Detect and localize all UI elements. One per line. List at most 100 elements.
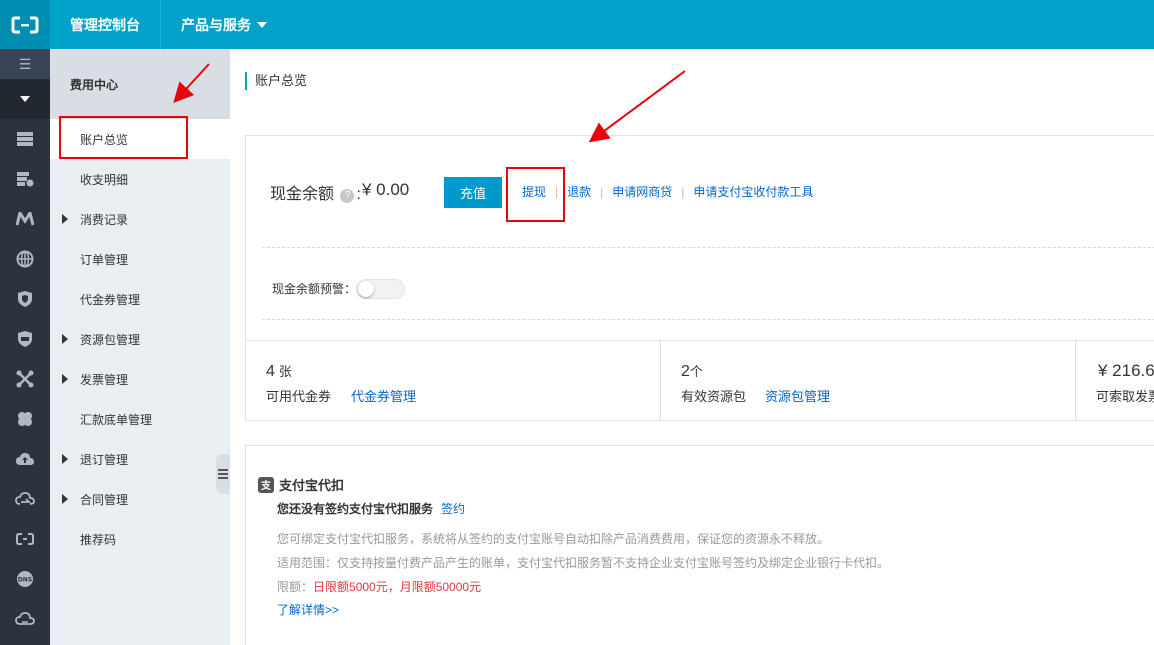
stat-label: 可用代金券	[266, 389, 332, 404]
product-icon-rail: ☰ DNS	[0, 49, 50, 645]
cloud-upload-icon[interactable]	[0, 439, 50, 479]
invoice-stat: ¥ 216.6 可索取发票	[1076, 341, 1154, 420]
sidebar-item-label: 发票管理	[80, 372, 129, 387]
annotation-arrow	[588, 70, 686, 143]
annotation-box	[506, 167, 565, 222]
alipay-scope: 适用范围：仅支持按量付费产品产生的账单，支付宝代扣服务暂不支持企业支付宝账号签约…	[277, 556, 890, 570]
sidebar-item-remittance-receipts[interactable]: 汇款底单管理	[50, 399, 230, 439]
alipay-title: 支 支付宝代扣	[258, 475, 344, 494]
balance-panel: 现金余额 ?: ¥ 0.00 充值 提现 | 退款 | 申请网商贷 | 申请支付…	[245, 135, 1154, 341]
sidebar-item-orders[interactable]: 订单管理	[50, 239, 230, 279]
sidebar-collapse-handle[interactable]	[216, 454, 230, 494]
voucher-stat: 4张 可用代金券 代金券管理	[246, 341, 660, 420]
cloud-icon[interactable]	[0, 599, 50, 639]
menu-lines-icon	[218, 469, 228, 479]
resource-package-stat: 2个 有效资源包 资源包管理	[661, 341, 1075, 420]
not-signed-text: 您还没有签约支付宝代扣服务	[277, 502, 434, 516]
server-icon[interactable]	[0, 119, 50, 159]
caret-right-icon	[62, 454, 68, 464]
stat-unit: 个	[689, 364, 703, 379]
alipay-limit: 限额：日限额5000元，月限额50000元	[277, 578, 481, 595]
balance-alert-toggle[interactable]	[356, 279, 405, 299]
cash-balance-label: 现金余额 ?:	[270, 180, 361, 204]
bracket-logo-icon[interactable]	[0, 519, 50, 559]
resource-package-management-link[interactable]: 资源包管理	[765, 386, 830, 405]
sidebar-item-label: 退订管理	[80, 452, 129, 467]
top-navigation-bar: 管理控制台 产品与服务	[0, 0, 1154, 49]
voucher-management-link[interactable]: 代金券管理	[351, 386, 416, 405]
sidebar-item-label: 推荐码	[80, 532, 117, 547]
database-icon[interactable]	[0, 159, 50, 199]
globe-icon[interactable]	[0, 239, 50, 279]
products-services-menu[interactable]: 产品与服务	[161, 0, 287, 49]
sidebar-item-contracts[interactable]: 合同管理	[50, 479, 230, 519]
balance-alert-label: 现金余额预警：	[272, 282, 357, 296]
badge-shield-icon[interactable]	[0, 319, 50, 359]
alipay-description: 您可绑定支付宝代扣服务，系统将从签约的支付宝账号自动扣除产品消费费用，保证您的资…	[277, 532, 830, 546]
alipay-icon: 支	[258, 476, 274, 493]
sidebar-item-consumption-records[interactable]: 消费记录	[50, 199, 230, 239]
flower-icon[interactable]	[0, 399, 50, 439]
caret-down-icon[interactable]	[0, 79, 50, 119]
sidebar-header: 费用中心	[50, 49, 230, 119]
annotation-box	[59, 116, 188, 159]
refund-link[interactable]: 退款	[567, 183, 591, 200]
sidebar-item-label: 资源包管理	[80, 332, 141, 347]
apply-alipay-tool-link[interactable]: 申请支付宝收付款工具	[693, 183, 813, 200]
balance-colon: :	[356, 186, 361, 203]
products-services-label: 产品与服务	[181, 16, 251, 33]
chevron-down-icon	[257, 21, 267, 28]
question-icon[interactable]: ?	[340, 189, 355, 203]
sidebar-item-label: 消费记录	[80, 212, 129, 227]
toggle-knob	[358, 281, 374, 297]
sidebar-item-vouchers[interactable]: 代金券管理	[50, 279, 230, 319]
sidebar-item-referral-code[interactable]: 推荐码	[50, 519, 230, 559]
link-separator: |	[600, 184, 604, 199]
stat-label: 有效资源包	[681, 389, 747, 404]
sidebar-item-label: 汇款底单管理	[80, 412, 153, 427]
stat-number: 4张	[266, 361, 292, 381]
sidebar-item-resource-packages[interactable]: 资源包管理	[50, 319, 230, 359]
caret-right-icon	[62, 494, 68, 504]
cash-balance-text: 现金余额	[270, 186, 335, 203]
recharge-button[interactable]: 充值	[444, 177, 502, 208]
alipay-withhold-panel: 支 支付宝代扣 您还没有签约支付宝代扣服务 签约 您可绑定支付宝代扣服务，系统将从…	[245, 445, 1154, 645]
stat-value: ¥ 216.6	[1098, 361, 1154, 380]
caret-right-icon	[62, 214, 68, 224]
network-icon[interactable]	[0, 359, 50, 399]
limit-value: 日限额5000元，月限额50000元	[313, 580, 482, 594]
stat-value: 2	[681, 363, 690, 380]
stat-label: 可索取发票	[1096, 389, 1154, 404]
sidebar-item-unsubscribe[interactable]: 退订管理	[50, 439, 230, 479]
apply-loan-link[interactable]: 申请网商贷	[612, 183, 672, 200]
stat-unit: 张	[278, 364, 292, 379]
limit-label: 限额：	[277, 580, 314, 594]
link-separator: |	[681, 184, 685, 199]
sign-link[interactable]: 签约	[441, 502, 465, 516]
m-logo-icon[interactable]	[0, 199, 50, 239]
divider	[262, 247, 1154, 248]
sidebar-item-invoices[interactable]: 发票管理	[50, 359, 230, 399]
sidebar-item-label: 收支明细	[80, 172, 129, 187]
cloud-arrow-icon[interactable]	[0, 479, 50, 519]
learn-more-link[interactable]: 了解详情>>	[277, 601, 339, 618]
dns-icon[interactable]: DNS	[0, 559, 50, 599]
balance-action-links: 提现 | 退款 | 申请网商贷 | 申请支付宝收付款工具	[522, 183, 813, 200]
sidebar-item-income-expense[interactable]: 收支明细	[50, 159, 230, 199]
logo-icon[interactable]	[0, 0, 50, 49]
cash-balance-amount: ¥ 0.00	[362, 180, 410, 199]
sidebar-item-label: 合同管理	[80, 492, 129, 507]
stat-number: 2个	[681, 361, 703, 381]
sidebar-item-label: 订单管理	[80, 252, 129, 267]
shield-icon[interactable]	[0, 279, 50, 319]
stat-value: 4	[266, 363, 275, 380]
hamburger-icon[interactable]: ☰	[0, 49, 50, 79]
sidebar-item-label: 代金券管理	[80, 292, 141, 307]
caret-right-icon	[62, 334, 68, 344]
console-title-link[interactable]: 管理控制台	[50, 0, 161, 49]
sign-status-line: 您还没有签约支付宝代扣服务 签约	[277, 500, 465, 517]
divider	[262, 319, 1154, 320]
caret-right-icon	[62, 374, 68, 384]
svg-text:支: 支	[260, 479, 272, 492]
svg-text:DNS: DNS	[18, 577, 32, 584]
